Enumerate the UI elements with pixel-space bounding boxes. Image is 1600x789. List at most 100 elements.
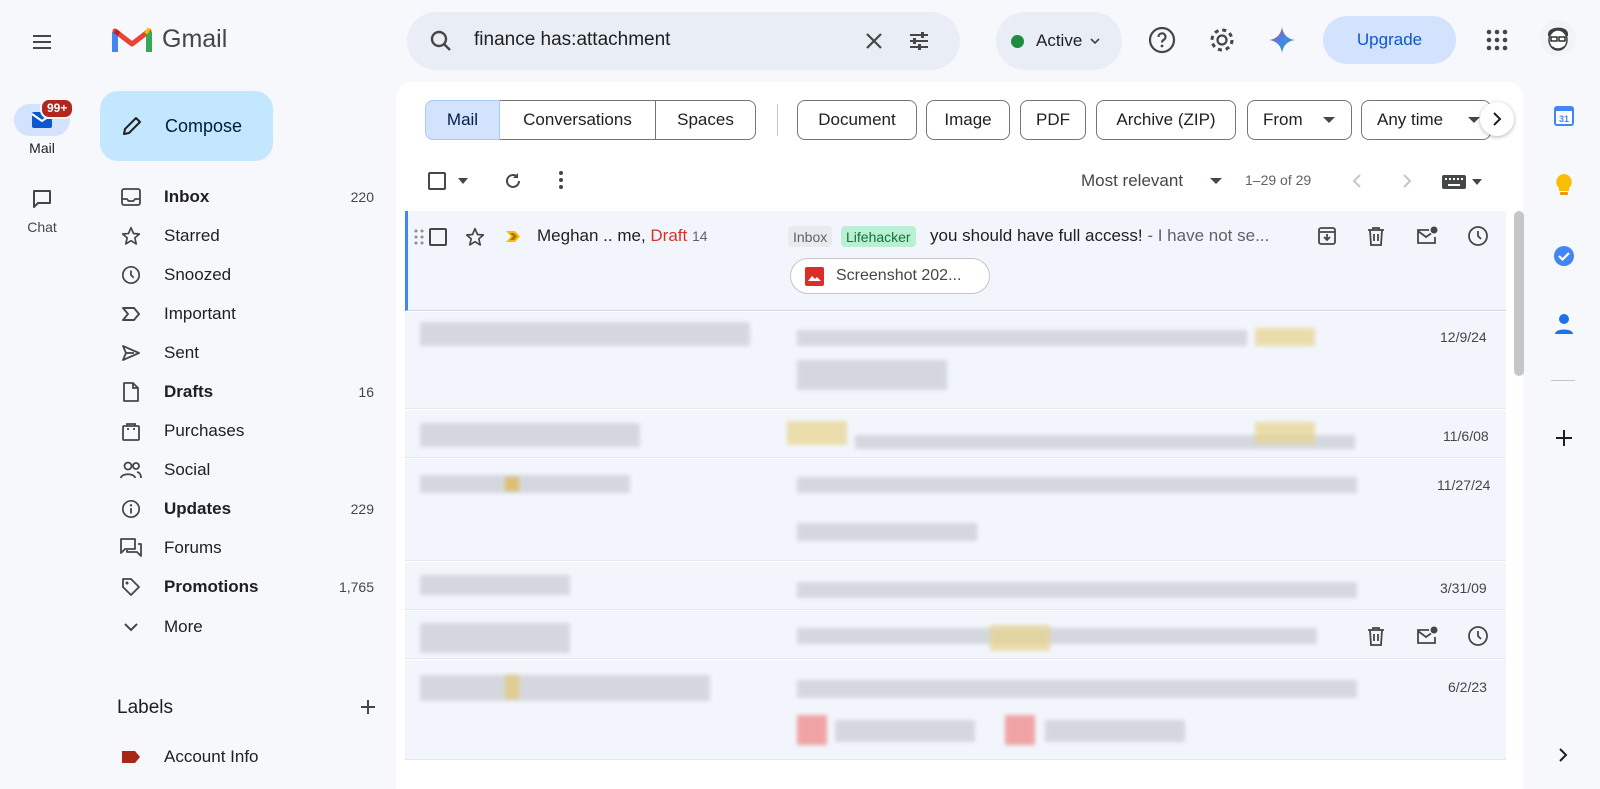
more-vert-icon[interactable] <box>559 171 563 189</box>
sidebar-item-social[interactable]: Social <box>100 454 390 486</box>
status-dot <box>1011 34 1024 48</box>
select-all-checkbox[interactable] <box>428 172 446 190</box>
sidebar-item-label: Important <box>164 304 236 323</box>
sidebar-item-more[interactable]: More <box>100 611 390 643</box>
avatar-face-icon <box>1548 27 1568 51</box>
chip-pdf[interactable]: PDF <box>1020 100 1086 140</box>
label-chip-lifehacker[interactable]: Lifehacker <box>841 226 916 247</box>
contacts-person-icon <box>1555 314 1573 334</box>
sidebar-item-drafts[interactable]: Drafts 16 <box>100 376 390 408</box>
segment-conversations[interactable]: Conversations <box>500 100 656 140</box>
chip-any-time[interactable]: Any time <box>1361 100 1491 140</box>
star-icon[interactable] <box>465 227 485 247</box>
gemini-button[interactable] <box>1268 26 1296 54</box>
attachment-chip[interactable]: Screenshot 202... <box>790 258 990 294</box>
sidebar-item-important[interactable]: Important <box>100 298 390 330</box>
thread-count: 14 <box>691 228 708 244</box>
sidebar-item-sent[interactable]: Sent <box>100 337 390 369</box>
archive-icon[interactable] <box>1317 226 1337 246</box>
scrollbar[interactable] <box>1514 211 1524 376</box>
chip-from[interactable]: From <box>1247 100 1352 140</box>
chip-any-time-label: Any time <box>1377 110 1444 129</box>
drag-handle-icon[interactable] <box>414 229 424 245</box>
rail-chat[interactable]: Chat <box>14 183 70 235</box>
status-selector[interactable]: Active <box>996 12 1122 70</box>
keep-app-button[interactable] <box>1555 173 1573 197</box>
next-page-icon[interactable] <box>1402 174 1412 188</box>
label-chip-inbox[interactable]: Inbox <box>788 226 833 247</box>
email-date: 3/31/09 <box>1440 580 1487 596</box>
send-icon <box>120 342 142 364</box>
file-icon <box>120 381 142 403</box>
help-button[interactable] <box>1148 26 1176 54</box>
mark-unread-icon[interactable] <box>1416 626 1438 646</box>
delete-icon[interactable] <box>1367 226 1385 246</box>
sidebar-item-updates[interactable]: Updates 229 <box>100 493 390 525</box>
delete-icon[interactable] <box>1367 626 1385 646</box>
calendar-icon: 31 <box>1554 106 1574 126</box>
main-menu-button[interactable] <box>22 22 62 62</box>
chip-image[interactable]: Image <box>926 100 1010 140</box>
sidebar-item-promotions[interactable]: Promotions 1,765 <box>100 571 390 603</box>
plus-icon <box>1556 430 1572 446</box>
rail-mail[interactable]: 99+ Mail <box>14 98 75 156</box>
segment-spaces[interactable]: Spaces <box>656 100 756 140</box>
redacted-content <box>797 523 977 541</box>
email-sender: Meghan .. me, Draft 14 <box>537 226 708 246</box>
sidebar-item-snoozed[interactable]: Snoozed <box>100 259 390 291</box>
rail-mail-label: Mail <box>29 140 55 156</box>
label-account-info[interactable]: Account Info <box>100 741 390 773</box>
keyboard-icon[interactable] <box>1442 175 1466 189</box>
avatar[interactable] <box>1540 20 1576 56</box>
settings-button[interactable] <box>1208 26 1236 54</box>
chat-icon <box>33 190 51 208</box>
pagination-label: 1–29 of 29 <box>1245 172 1312 188</box>
search-icon[interactable] <box>429 29 453 53</box>
sidebar-item-count: 229 <box>350 501 374 517</box>
chips-next-button[interactable] <box>1480 102 1514 136</box>
select-caret-icon[interactable] <box>458 178 468 184</box>
compose-button[interactable]: Compose <box>100 91 273 161</box>
app-name: Gmail <box>162 24 228 53</box>
add-label-button[interactable] <box>358 697 378 717</box>
search-input[interactable]: finance has:attachment <box>474 29 670 51</box>
show-side-panel-button[interactable] <box>1558 748 1568 762</box>
contacts-app-button[interactable] <box>1554 313 1574 335</box>
important-marker-icon[interactable] <box>505 230 521 243</box>
sort-caret-icon[interactable] <box>1210 178 1222 184</box>
chip-document[interactable]: Document <box>797 100 917 140</box>
sidebar-item-inbox[interactable]: Inbox 220 <box>100 181 390 213</box>
prev-page-icon[interactable] <box>1352 174 1362 188</box>
search-options-icon[interactable] <box>907 29 931 53</box>
redacted-content <box>835 720 975 742</box>
mark-unread-icon[interactable] <box>1416 226 1438 246</box>
email-date: 12/9/24 <box>1440 329 1487 345</box>
snooze-icon[interactable] <box>1467 625 1489 647</box>
keyboard-caret-icon[interactable] <box>1472 179 1482 185</box>
attachment-name: Screenshot 202... <box>836 267 962 284</box>
clock-icon <box>120 264 142 286</box>
calendar-app-button[interactable]: 31 <box>1553 105 1575 127</box>
upgrade-button[interactable]: Upgrade <box>1323 16 1456 64</box>
tasks-check-icon <box>1554 246 1574 266</box>
get-addons-button[interactable] <box>1554 428 1574 448</box>
subject-text: you should have full access! <box>930 226 1143 245</box>
tasks-app-button[interactable] <box>1553 245 1575 267</box>
refresh-icon[interactable] <box>503 171 523 191</box>
sort-dropdown[interactable]: Most relevant <box>1081 171 1183 191</box>
sidebar-item-forums[interactable]: Forums <box>100 532 390 564</box>
sidebar-item-purchases[interactable]: Purchases <box>100 415 390 447</box>
forum-icon <box>120 537 142 559</box>
search-bar[interactable]: finance has:attachment <box>407 12 960 70</box>
clear-search-icon[interactable] <box>864 31 884 51</box>
status-label: Active <box>1036 31 1083 50</box>
segment-mail[interactable]: Mail <box>425 100 500 140</box>
chip-archive[interactable]: Archive (ZIP) <box>1096 100 1236 140</box>
chip-from-label: From <box>1263 110 1303 129</box>
gmail-logo[interactable]: Gmail <box>112 24 227 54</box>
sidebar-item-starred[interactable]: Starred <box>100 220 390 252</box>
apps-button[interactable] <box>1486 29 1508 51</box>
email-checkbox[interactable] <box>429 228 447 246</box>
redacted-content <box>797 477 1357 493</box>
snooze-icon[interactable] <box>1467 225 1489 247</box>
